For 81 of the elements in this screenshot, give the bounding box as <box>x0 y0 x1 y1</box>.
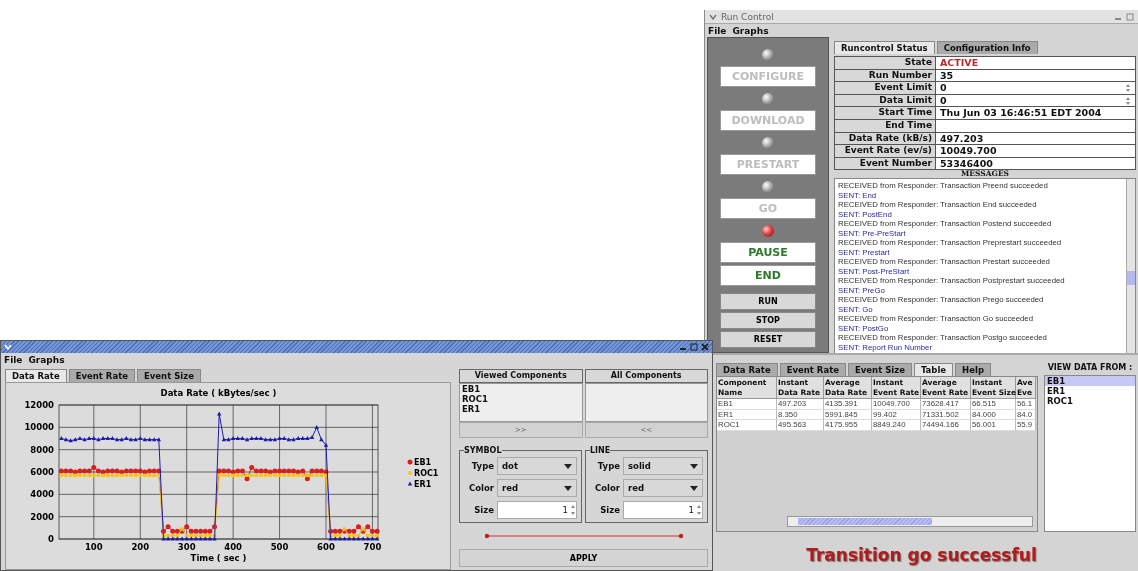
spinner-field[interactable]: 0 <box>936 94 1135 107</box>
column-header: Viewed Components <box>459 369 583 383</box>
tab[interactable]: Data Rate <box>716 363 778 376</box>
group-title: SYMBOL <box>464 446 502 455</box>
apply-button[interactable]: APPLY <box>459 549 708 567</box>
dropdown[interactable]: red <box>623 479 703 497</box>
tick-label: 700 <box>363 542 382 552</box>
status-label: Start Time <box>835 107 935 119</box>
tick-label: 12000 <box>24 400 54 410</box>
tick-label: 10000 <box>24 422 54 433</box>
status-message: Transition go successful <box>806 544 1037 565</box>
status-value: 35 <box>936 69 1135 82</box>
tick-label: 100 <box>84 542 103 552</box>
dropdown[interactable]: red <box>497 479 577 497</box>
field-label: Type <box>470 461 494 471</box>
list-item[interactable]: ER1 <box>460 404 582 414</box>
tab[interactable]: Event Size <box>847 363 912 376</box>
tab[interactable]: Event Size <box>136 369 201 382</box>
status-value: 10049.700 <box>936 145 1135 157</box>
list-item[interactable]: ER1 <box>1045 386 1135 396</box>
tick-label: 0 <box>48 534 54 544</box>
tick-label: 6000 <box>30 467 54 477</box>
command-button[interactable]: RESET <box>720 331 816 348</box>
dropdown[interactable]: dot <box>497 457 577 475</box>
legend-label: EB1 <box>414 458 432 467</box>
field-label: Color <box>467 483 494 493</box>
chart-title: Data Rate ( kBytes/sec ) <box>160 388 277 398</box>
command-button[interactable]: STOP <box>720 312 816 329</box>
tab[interactable]: Help <box>955 363 991 376</box>
list-item[interactable]: EB1 <box>1045 376 1135 386</box>
field-label: Size <box>599 505 620 515</box>
status-label: Event Limit <box>835 82 935 94</box>
menu-item[interactable]: File <box>4 354 23 365</box>
menu-item[interactable]: Graphs <box>732 25 769 36</box>
dropdown[interactable]: solid <box>623 457 703 475</box>
spinner-field[interactable]: 1 <box>623 501 703 519</box>
tick-label: 600 <box>317 542 335 552</box>
legend-label: ER1 <box>414 480 432 489</box>
status-label: Event Rate (ev/s) <box>835 145 935 157</box>
tick-label: 2000 <box>30 511 54 522</box>
status-value: Thu Jun 03 16:46:51 EDT 2004 <box>936 107 1135 119</box>
legend-label: ROC1 <box>414 469 439 478</box>
list-item[interactable]: EB1 <box>460 384 582 394</box>
spinner-field[interactable]: 1 <box>497 501 577 519</box>
status-value: ACTIVE <box>936 57 1135 69</box>
tab[interactable]: Event Rate <box>68 369 135 382</box>
status-label: Run Number <box>835 69 935 82</box>
column-header: All Components <box>584 369 708 383</box>
menu-item[interactable]: Graphs <box>28 354 65 365</box>
status-label: State <box>835 57 935 69</box>
tick-label: 400 <box>224 542 242 552</box>
group-title: LINE <box>590 446 611 455</box>
tick-label: 500 <box>270 542 289 552</box>
tab[interactable]: Table <box>913 363 954 376</box>
list-item[interactable]: ROC1 <box>460 394 582 404</box>
command-button[interactable]: RUN <box>720 293 816 310</box>
transition-button[interactable]: END <box>720 265 816 286</box>
tick-label: 200 <box>131 542 150 552</box>
list-item[interactable]: ROC1 <box>1045 396 1135 406</box>
spinner-field[interactable]: 0 <box>936 82 1135 94</box>
axis-label: Time ( sec ) <box>190 553 247 563</box>
tab[interactable]: Runcontrol Status <box>834 41 935 54</box>
list-title: VIEW DATA FROM : <box>1046 363 1134 372</box>
field-label: Type <box>596 461 620 471</box>
status-label: Event Number <box>835 157 935 170</box>
tab[interactable]: Configuration Info <box>936 41 1038 54</box>
tab[interactable]: Data Rate <box>5 369 67 382</box>
tick-label: 300 <box>177 542 196 552</box>
window-title: Run Control <box>721 11 774 22</box>
field-label: Color <box>593 483 620 493</box>
status-value: 497.203 <box>936 132 1135 145</box>
tab[interactable]: Event Rate <box>779 363 846 376</box>
status-value: 53346400 <box>936 157 1135 170</box>
tick-label: 4000 <box>30 489 54 500</box>
menu-item[interactable]: File <box>708 25 727 36</box>
transition-button[interactable]: PAUSE <box>720 242 816 263</box>
status-label: Data Rate (kB/s) <box>835 132 935 145</box>
field-label: Size <box>473 505 494 515</box>
status-label: End Time <box>835 119 935 132</box>
status-label: Data Limit <box>835 94 935 107</box>
tick-label: 8000 <box>30 444 54 455</box>
